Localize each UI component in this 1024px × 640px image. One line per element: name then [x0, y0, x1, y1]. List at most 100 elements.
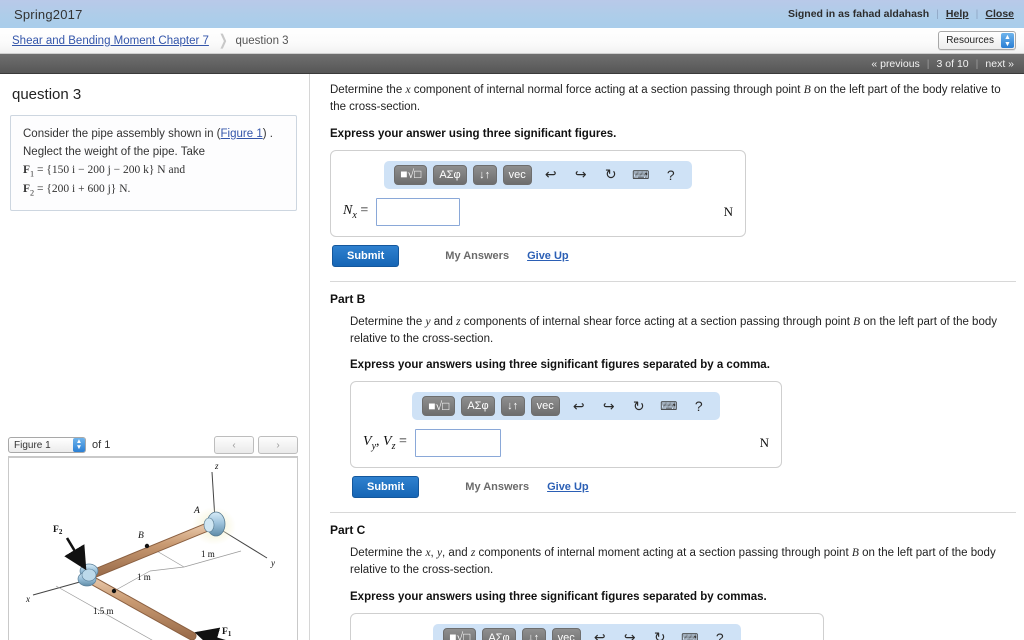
- part-divider-2: [330, 512, 1016, 513]
- part-a-give-up-link[interactable]: Give Up: [527, 250, 569, 262]
- part-a-unit: N: [723, 203, 733, 219]
- undo-icon[interactable]: ↩: [568, 396, 590, 416]
- content-area: question 3 Consider the pipe assembly sh…: [0, 74, 1024, 640]
- part-a-math-toolbar: ■√□ ΑΣφ ↓↑ vec ↩ ↪ ↻ ⌨ ?: [384, 160, 692, 189]
- vector-button[interactable]: vec: [551, 627, 581, 640]
- force-1-value: = {150 i − 200 j − 200 k} N and: [34, 163, 186, 176]
- part-b-symbol-sub1: y: [371, 440, 377, 452]
- part-c-prompt-text-2: components of internal moment acting at …: [475, 547, 852, 559]
- axis-z-label: z: [214, 461, 219, 471]
- figure-select-dropdown[interactable]: Figure 1 ▲ ▼: [8, 437, 86, 453]
- greek-symbols-button[interactable]: ΑΣφ: [433, 164, 467, 185]
- greek-symbols-button[interactable]: ΑΣφ: [461, 396, 495, 416]
- resources-dropdown[interactable]: Resources ▲ ▼: [938, 31, 1016, 50]
- breadcrumb: Shear and Bending Moment Chapter 7 ❯ que…: [0, 28, 1024, 54]
- figure-image-frame: z y x A B F1 F2 1 m 1 m 1.5 m: [8, 456, 298, 640]
- help-icon[interactable]: ?: [660, 165, 682, 185]
- part-a-section: Determine the x component of internal no…: [330, 82, 1016, 267]
- part-b-actions: Submit My Answers Give Up: [350, 476, 1016, 498]
- part-a-submit-button[interactable]: Submit: [332, 244, 400, 267]
- template-root-icon[interactable]: ■√□: [443, 627, 477, 640]
- redo-icon[interactable]: ↪: [598, 396, 620, 416]
- part-a-my-answers-link[interactable]: My Answers: [445, 250, 509, 262]
- point-b-dot: [144, 543, 150, 549]
- part-b-my-answers-link[interactable]: My Answers: [465, 481, 529, 493]
- part-b-answer-row: Vy, Vz = N: [363, 429, 769, 457]
- page-root: Spring2017 Signed in as fahad aldahash |…: [0, 0, 1024, 640]
- part-b-answer-label: Vy, Vz =: [363, 434, 407, 452]
- dimension-2-label: 1 m: [137, 572, 151, 582]
- redo-icon[interactable]: ↪: [619, 628, 641, 640]
- part-b-answer-box: ■√□ ΑΣφ ↓↑ vec ↩ ↪ ↻ ⌨ ? Vy, Vz = N: [350, 381, 782, 468]
- template-root-icon[interactable]: ■√□: [394, 164, 428, 185]
- question-line-2: Neglect the weight of the pipe. Take: [23, 145, 205, 158]
- keyboard-icon[interactable]: ⌨: [679, 628, 701, 640]
- previous-question-link[interactable]: « previous: [871, 58, 919, 70]
- part-b-answer-input[interactable]: [414, 429, 501, 457]
- point-b-label: B: [138, 531, 144, 541]
- pager-divider-1: |: [926, 57, 930, 70]
- question-statement: Consider the pipe assembly shown in (Fig…: [10, 115, 297, 211]
- parts-column: Determine the x component of internal no…: [310, 74, 1024, 640]
- question-sidebar: question 3 Consider the pipe assembly sh…: [0, 74, 310, 640]
- part-b-give-up-link[interactable]: Give Up: [547, 481, 589, 493]
- part-b-heading: Part B: [330, 291, 366, 306]
- chevron-updown-icon: ▲ ▼: [73, 438, 85, 452]
- undo-icon[interactable]: ↩: [540, 165, 562, 185]
- axis-y-label: y: [270, 558, 275, 568]
- figure-prev-button[interactable]: ‹: [214, 436, 254, 454]
- pipe-assembly-diagram: z y x A B F1 F2 1 m 1 m 1.5 m: [25, 461, 275, 640]
- part-a-answer-input[interactable]: [376, 197, 461, 226]
- figure-select-value: Figure 1: [14, 439, 51, 451]
- keyboard-icon[interactable]: ⌨: [658, 396, 680, 416]
- force-2-label: F2: [53, 525, 63, 536]
- undo-icon[interactable]: ↩: [589, 628, 611, 640]
- part-a-answer-row: Nx = N: [343, 197, 733, 226]
- arrows-updown-icon[interactable]: ↓↑: [500, 396, 525, 416]
- part-b-submit-button[interactable]: Submit: [352, 476, 420, 498]
- question-intro-after: ) .: [262, 128, 273, 140]
- part-a-prompt-text-1: Determine the: [330, 84, 406, 96]
- part-c-math-toolbar: ■√□ ΑΣφ ↓↑ vec ↩ ↪ ↻ ⌨ ?: [433, 623, 741, 640]
- template-root-icon[interactable]: ■√□: [422, 396, 456, 416]
- redo-icon[interactable]: ↪: [570, 165, 592, 185]
- dim-node-dot: [111, 588, 117, 594]
- help-link[interactable]: Help: [946, 8, 969, 20]
- reset-icon[interactable]: ↻: [649, 628, 671, 640]
- part-a-point-b: B: [803, 84, 811, 96]
- greek-symbols-button[interactable]: ΑΣφ: [482, 627, 516, 640]
- part-c-answer-box: ■√□ ΑΣφ ↓↑ vec ↩ ↪ ↻ ⌨ ? Mx, My, Mz = N …: [350, 612, 824, 640]
- reset-icon[interactable]: ↻: [600, 165, 622, 185]
- arrows-updown-icon[interactable]: ↓↑: [472, 164, 497, 185]
- vector-button[interactable]: vec: [530, 396, 560, 416]
- figure-count-label: of 1: [92, 439, 111, 451]
- part-c-prompt-text-1: Determine the: [350, 547, 426, 559]
- header-divider-2: |: [975, 8, 979, 20]
- force-2-arrow: [64, 537, 87, 571]
- figure-panel: Figure 1 ▲ ▼ of 1 ‹ › z y x A B F1 F2 1 …: [8, 434, 298, 640]
- dimension-3-label: 1.5 m: [93, 606, 114, 616]
- part-a-answer-label: Nx =: [343, 203, 368, 221]
- part-b-unit: N: [759, 435, 769, 450]
- keyboard-icon[interactable]: ⌨: [630, 165, 652, 185]
- point-a-label: A: [193, 506, 200, 516]
- help-icon[interactable]: ?: [688, 396, 710, 416]
- part-c-section: Part C Determine the x, y, and z compone…: [330, 523, 1016, 640]
- part-c-instruction: Express your answers using three signifi…: [350, 590, 767, 603]
- next-question-link[interactable]: next »: [985, 58, 1014, 70]
- vector-button[interactable]: vec: [502, 164, 532, 185]
- close-link[interactable]: Close: [985, 8, 1014, 20]
- dimension-1-label: 1 m: [201, 549, 215, 559]
- figure-1-link[interactable]: Figure 1: [221, 128, 263, 140]
- pager-position: 3 of 10: [936, 57, 969, 70]
- arrows-updown-icon[interactable]: ↓↑: [521, 627, 546, 640]
- part-c-point-b: B: [851, 547, 859, 559]
- figure-next-button[interactable]: ›: [258, 436, 298, 454]
- part-b-instruction: Express your answers using three signifi…: [350, 359, 770, 371]
- course-title: Spring2017: [14, 6, 83, 22]
- breadcrumb-parent-link[interactable]: Shear and Bending Moment Chapter 7: [12, 35, 209, 47]
- help-icon[interactable]: ?: [709, 628, 731, 640]
- part-c-prompt: Determine the x, y, and z components of …: [350, 547, 996, 577]
- reset-icon[interactable]: ↻: [628, 396, 650, 416]
- part-b-prompt-text-1: Determine the: [350, 315, 426, 328]
